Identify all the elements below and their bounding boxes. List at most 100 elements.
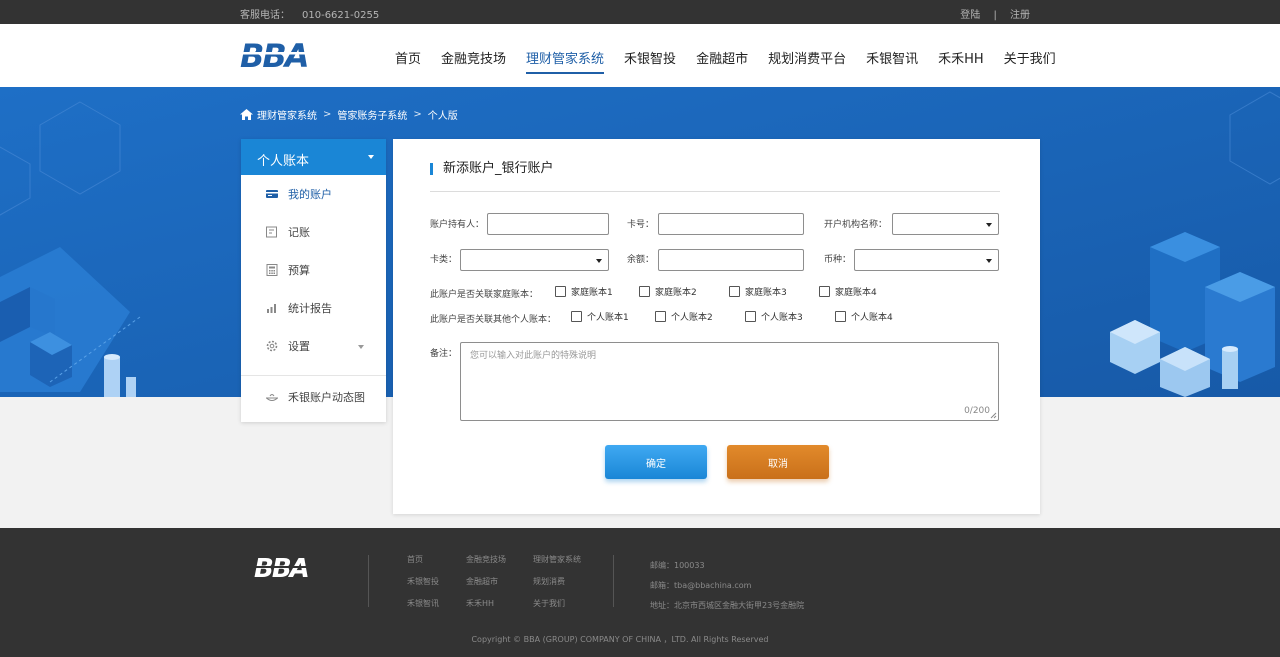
personal-book-checkbox-2[interactable]: 个人账本2 <box>655 310 713 323</box>
personal-book-checkbox-1[interactable]: 个人账本1 <box>571 310 629 323</box>
top-bar: 客服电话： 010-6621-0255 登陆 | 注册 <box>0 0 1280 24</box>
breadcrumb-separator: > <box>413 109 422 120</box>
register-link[interactable]: 注册 <box>1010 10 1030 21</box>
nav-wealth-manager[interactable]: 理财管家系统 <box>526 48 605 74</box>
institution-label: 开户机构名称： <box>824 220 888 230</box>
sidebar-item-label: 记账 <box>288 226 310 239</box>
checkbox-box[interactable] <box>639 286 650 297</box>
personal-book-checkbox-3[interactable]: 个人账本3 <box>745 310 803 323</box>
notebook-icon <box>266 226 277 238</box>
family-book-checkbox-3[interactable]: 家庭账本3 <box>729 285 787 298</box>
sidebar: 个人账本 我的账户 记账 预算 统计报告 设置 禾银账户动态图 <box>241 139 386 422</box>
sidebar-item-label: 我的账户 <box>288 188 332 201</box>
resize-handle-icon[interactable] <box>990 412 997 419</box>
caret-down-icon <box>596 259 602 263</box>
footer-link[interactable]: 禾银智讯 <box>407 598 466 609</box>
footer-link[interactable]: 金融竞技场 <box>466 554 533 565</box>
currency-select[interactable] <box>854 249 999 271</box>
footer-link[interactable]: 禾禾HH <box>466 598 533 609</box>
institution-select[interactable] <box>892 213 999 235</box>
bba-logo[interactable]: BBA <box>240 38 336 72</box>
family-book-checkbox-1[interactable]: 家庭账本1 <box>555 285 613 298</box>
breadcrumb-item-3: 个人版 <box>427 111 458 122</box>
remark-textarea[interactable]: 您可以输入对此账户的特殊说明 0/200 <box>460 342 999 421</box>
remark-counter: 0/200 <box>964 406 990 416</box>
nav-arena[interactable]: 金融竞技场 <box>441 48 506 74</box>
footer-link-row: 禾银智投 金融超市 规划消费 <box>407 576 581 587</box>
login-link[interactable]: 登陆 <box>960 10 980 21</box>
card-type-select[interactable] <box>460 249 609 271</box>
footer-link[interactable]: 金融超市 <box>466 576 533 587</box>
footer-link[interactable]: 禾银智投 <box>407 576 466 587</box>
nav-news[interactable]: 禾银智讯 <box>866 48 918 74</box>
checkbox-box[interactable] <box>571 311 582 322</box>
personal-link-label: 此账户是否关联其他个人账本： <box>430 315 557 325</box>
footer-divider <box>613 555 614 607</box>
checkbox-label: 家庭账本3 <box>745 288 787 298</box>
balance-input[interactable] <box>658 249 804 271</box>
footer-links: 首页 金融竞技场 理财管家系统 禾银智投 金融超市 规划消费 禾银智讯 禾禾HH… <box>407 554 581 620</box>
sidebar-item-budget[interactable]: 预算 <box>241 251 386 289</box>
checkbox-box[interactable] <box>835 311 846 322</box>
auth-separator: | <box>993 10 997 21</box>
family-link-label: 此账户是否关联家庭账本： <box>430 290 539 300</box>
remark-label: 备注： <box>430 349 458 359</box>
sidebar-item-account-dynamics[interactable]: 禾银账户动态图 <box>241 376 386 418</box>
nav-smart-invest[interactable]: 禾银智投 <box>624 48 676 74</box>
holder-input[interactable] <box>487 213 609 235</box>
sidebar-item-label: 预算 <box>288 264 310 277</box>
caret-down-icon <box>368 155 374 159</box>
sidebar-header[interactable]: 个人账本 <box>241 139 386 175</box>
footer-link-row: 禾银智讯 禾禾HH 关于我们 <box>407 598 581 609</box>
footer-address: 地址：北京市西城区金融大街甲23号金融院 <box>650 601 805 610</box>
footer-link[interactable]: 理财管家系统 <box>533 554 581 565</box>
home-icon[interactable] <box>240 109 253 120</box>
breadcrumb: 理财管家系统 > 管家账务子系统 > 个人版 <box>240 107 458 122</box>
checkbox-box[interactable] <box>745 311 756 322</box>
cancel-button[interactable]: 取消 <box>727 445 829 479</box>
sidebar-item-settings[interactable]: 设置 <box>241 327 386 365</box>
nav-hh[interactable]: 禾禾HH <box>938 48 984 74</box>
balance-label: 余额： <box>627 255 655 265</box>
footer-logo[interactable]: BBA <box>254 555 338 581</box>
sidebar-item-my-account[interactable]: 我的账户 <box>241 175 386 213</box>
personal-book-checkbox-4[interactable]: 个人账本4 <box>835 310 893 323</box>
footer-postcode: 邮编：100033 <box>650 561 705 570</box>
currency-label: 币种： <box>824 255 852 265</box>
phone-number: 010-6621-0255 <box>302 10 380 21</box>
title-divider <box>430 191 1000 192</box>
nav-about[interactable]: 关于我们 <box>1004 48 1056 74</box>
nav-home[interactable]: 首页 <box>395 48 421 74</box>
family-book-checkbox-4[interactable]: 家庭账本4 <box>819 285 877 298</box>
checkbox-box[interactable] <box>555 286 566 297</box>
card-number-label: 卡号： <box>627 220 655 230</box>
checkbox-box[interactable] <box>655 311 666 322</box>
chart-icon <box>267 304 276 313</box>
sidebar-item-report[interactable]: 统计报告 <box>241 289 386 327</box>
checkbox-box[interactable] <box>819 286 830 297</box>
checkbox-label: 个人账本3 <box>761 313 803 323</box>
card-type-label: 卡类： <box>430 255 458 265</box>
breadcrumb-item-1[interactable]: 理财管家系统 <box>257 107 317 122</box>
footer-link[interactable]: 首页 <box>407 554 466 565</box>
confirm-button[interactable]: 确定 <box>605 445 707 479</box>
sidebar-item-bookkeeping[interactable]: 记账 <box>241 213 386 251</box>
nav-supermarket[interactable]: 金融超市 <box>696 48 748 74</box>
family-book-checkbox-2[interactable]: 家庭账本2 <box>639 285 697 298</box>
sidebar-item-label: 设置 <box>288 340 310 353</box>
breadcrumb-item-2[interactable]: 管家账务子系统 <box>337 107 407 122</box>
sidebar-item-label: 禾银账户动态图 <box>288 391 365 404</box>
chevron-down-icon <box>358 345 364 349</box>
footer-link-row: 首页 金融竞技场 理财管家系统 <box>407 554 581 565</box>
dish-icon <box>266 394 278 401</box>
footer-email: 邮箱：tba@bbachina.com <box>650 581 752 590</box>
phone-label: 客服电话： <box>240 10 290 21</box>
bba-logo-text: BBA <box>240 38 308 72</box>
card-number-input[interactable] <box>658 213 804 235</box>
auth-links: 登陆 | 注册 <box>950 6 1030 21</box>
footer-link[interactable]: 规划消费 <box>533 576 565 587</box>
nav-planning[interactable]: 规划消费平台 <box>768 48 846 74</box>
support-phone: 客服电话： 010-6621-0255 <box>240 6 379 21</box>
checkbox-box[interactable] <box>729 286 740 297</box>
footer-link[interactable]: 关于我们 <box>533 598 565 609</box>
